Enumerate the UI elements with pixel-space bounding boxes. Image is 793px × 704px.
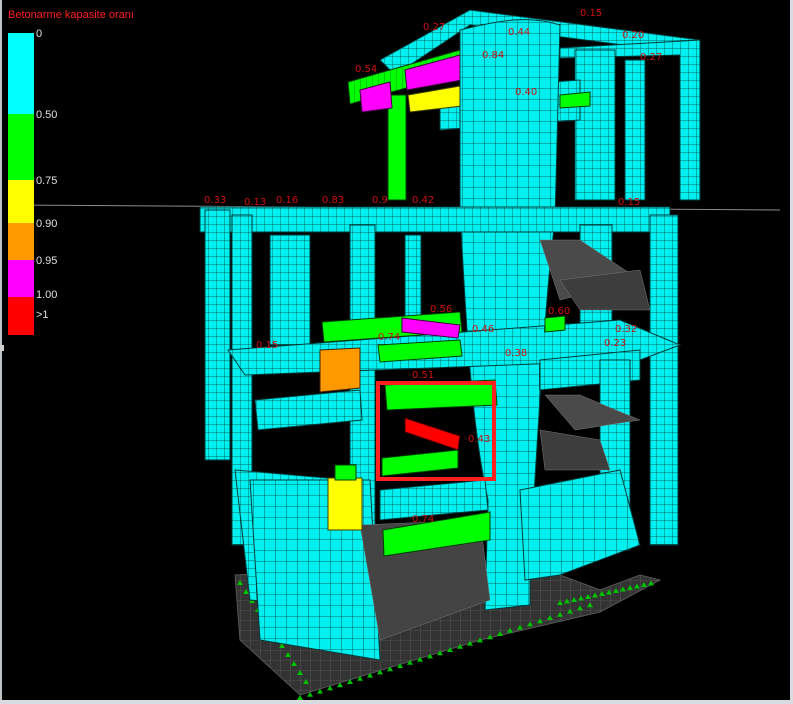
legend-swatch-095 — [8, 260, 34, 297]
legend-title: Betonarme kapasite oranı — [8, 9, 134, 21]
window-frame-bottom — [0, 700, 793, 704]
legend-swatch-090 — [8, 223, 34, 260]
ratio-label-18: 0.46 — [472, 324, 494, 335]
legend-tick-over1: >1 — [36, 309, 49, 321]
ratio-label-12: 0.44 — [508, 27, 530, 38]
ratio-label-13: 0.84 — [482, 50, 504, 61]
viewport-edge-marker — [0, 345, 4, 351]
ratio-label-5: 0.9 — [372, 195, 388, 206]
ratio-label-3: 0.16 — [276, 195, 298, 206]
legend-swatch-050 — [8, 114, 34, 180]
ratio-label-26: 0.38 — [505, 348, 527, 359]
legend-tick-050: 0.50 — [36, 109, 58, 121]
legend-swatch-100 — [8, 297, 34, 335]
ratio-label-17: 0.74 — [378, 332, 400, 343]
legend-swatch-075 — [8, 180, 34, 223]
ratio-label-19: 0.60 — [548, 306, 570, 317]
ratio-label-2: 0.13 — [244, 197, 266, 208]
legend-swatch-0 — [8, 33, 34, 114]
window-frame-left — [0, 0, 2, 704]
legend-tick-075: 0.75 — [36, 175, 58, 187]
ratio-label-23: 0.51 — [412, 370, 434, 381]
3d-model-viewport[interactable]: 0.33 0.13 0.16 0.83 0.9 0.42 0.15 0.20 0… — [0, 0, 793, 704]
legend-tick-090: 0.90 — [36, 218, 58, 230]
ratio-label-20: 0.32 — [615, 324, 637, 335]
ratio-label-25: 0.43 — [468, 434, 490, 445]
ratio-label-16: 0.56 — [430, 304, 452, 315]
ratio-label-7: 0.15 — [580, 8, 602, 19]
color-legend-bar — [8, 33, 34, 335]
legend-tick-0: 0 — [36, 28, 43, 40]
ratio-label-6: 0.42 — [412, 195, 434, 206]
ratio-label-9: 0.27 — [640, 52, 662, 63]
ratio-label-24: 0.74 — [412, 514, 434, 525]
legend-tick-095: 0.95 — [36, 255, 58, 267]
ratio-label-15: 0.15 — [256, 340, 278, 351]
ratio-label-14: 0.40 — [515, 87, 537, 98]
ratio-label-21: 0.23 — [604, 338, 626, 349]
structural-viewport-window: 0.33 0.13 0.16 0.83 0.9 0.42 0.15 0.20 0… — [0, 0, 793, 704]
ratio-label-22: 0.15 — [618, 197, 640, 208]
ratio-label-1: 0.33 — [204, 195, 226, 206]
ratio-label-10: 0.54 — [355, 64, 377, 75]
ratio-label-11: 0.27 — [423, 22, 445, 33]
ratio-label-8: 0.20 — [622, 30, 644, 41]
ratio-label-4: 0.83 — [322, 195, 344, 206]
legend-tick-100: 1.00 — [36, 289, 58, 301]
